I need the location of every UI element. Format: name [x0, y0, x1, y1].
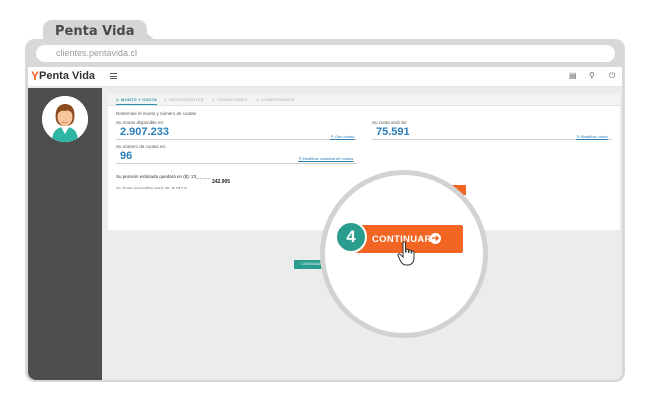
amount-label: Su monto disponible es:: [116, 120, 165, 125]
form-intro: Determine el monto y número de cuotas: [116, 111, 197, 116]
address-bar[interactable]: clientes.pentavida.cl: [36, 45, 615, 62]
installments-label: Su número de cuotas es:: [116, 144, 167, 149]
base-text-cut: Su base imponible será de: $ 242.9: [116, 186, 187, 189]
fee-value: 75.591: [376, 126, 410, 138]
sidebar: [28, 88, 102, 380]
edit-fee-link-text: Modificar cuota: [580, 134, 608, 139]
installments-underline: [116, 163, 356, 164]
edit-amount-link-text: Otro monto: [334, 134, 355, 139]
key-icon[interactable]: ⚲: [589, 71, 595, 80]
app-header: Y Penta Vida ▤ ⚲ ⏻: [28, 67, 622, 87]
step-4[interactable]: 4. COMPROBANTE: [256, 97, 295, 102]
browser-window: Penta Vida clientes.pentavida.cl Y Penta…: [25, 20, 625, 382]
pointer-hand-icon: [397, 241, 415, 266]
amount-value: 2.907.233: [120, 126, 169, 138]
step-3[interactable]: 3. CONDICIONES: [212, 97, 247, 102]
edit-installments-link[interactable]: ✎ Modificar cantidad de cuotas: [298, 156, 353, 161]
avatar: [42, 96, 88, 142]
power-icon[interactable]: ⏻: [609, 71, 615, 81]
steps-bar: 1. MONTO Y CUOTA 2. ANTECEDENTES 3. COND…: [108, 94, 620, 106]
logo-mark-icon: Y: [31, 69, 40, 83]
edit-fee-link[interactable]: ✎ Modificar cuota: [576, 134, 608, 139]
browser-chrome: clientes.pentavida.cl Y Penta Vida ▤ ⚲ ⏻: [25, 39, 625, 382]
browser-tab-title: Penta Vida: [55, 24, 135, 39]
installments-value: 96: [120, 150, 133, 162]
address-bar-url: clientes.pentavida.cl: [56, 48, 138, 58]
step-1[interactable]: 1. MONTO Y CUOTA: [116, 97, 158, 105]
pension-text: Su pensión estimada quedará en ($): 23_ …: [116, 174, 211, 179]
amount-underline: [116, 139, 356, 140]
logo-text: Penta Vida: [39, 70, 96, 82]
fee-underline: [372, 139, 612, 140]
edit-amount-link[interactable]: ✎ Otro monto: [330, 134, 354, 139]
step-number-badge: 4: [335, 221, 367, 253]
pension-value: 242.905: [212, 179, 231, 185]
fee-label: Su cuota será de:: [372, 120, 408, 125]
arrow-right-icon: ➜: [430, 233, 441, 244]
card-icon[interactable]: ▤: [569, 71, 577, 80]
user-avatar-icon: [42, 96, 88, 142]
step-2[interactable]: 2. ANTECEDENTES: [164, 97, 204, 102]
hamburger-menu-icon[interactable]: [110, 73, 117, 79]
edit-installments-link-text: Modificar cantidad de cuotas: [302, 156, 354, 161]
